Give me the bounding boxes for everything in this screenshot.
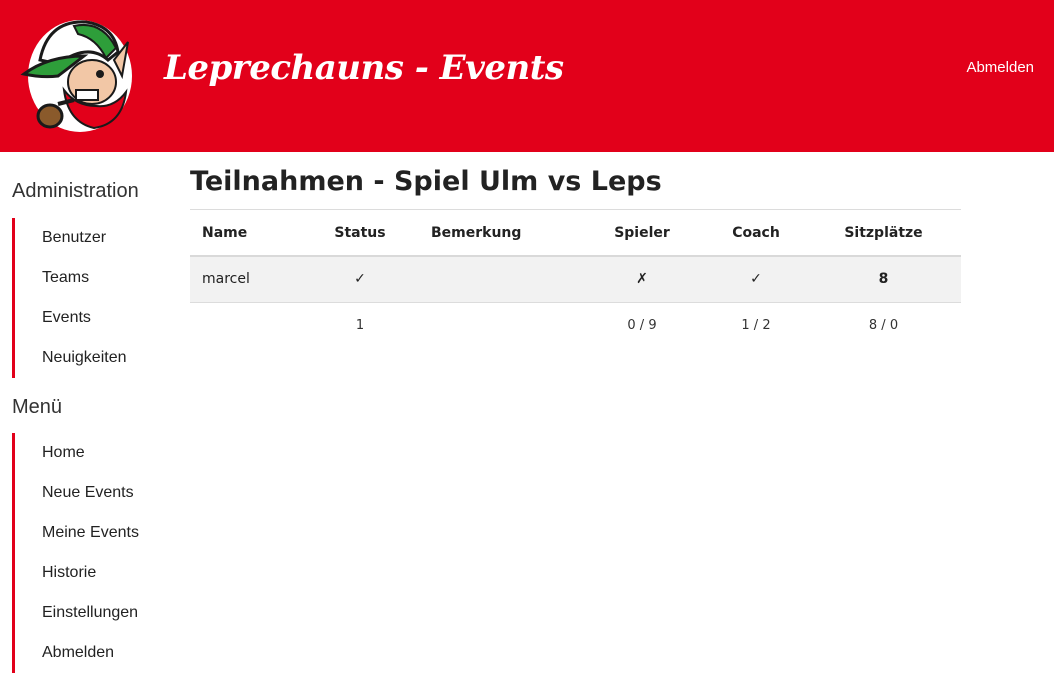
admin-nav: Benutzer Teams Events Neuigkeiten: [12, 218, 172, 378]
column-header-name: Name: [190, 210, 314, 257]
coach-check-icon: ✓: [706, 256, 806, 303]
summary-bemerkung: [406, 302, 578, 348]
page-title: Teilnahmen - Spiel Ulm vs Leps: [190, 166, 662, 197]
sidebar: Administration Benutzer Teams Events Neu…: [0, 152, 180, 697]
sidebar-section-administration: Administration: [12, 180, 139, 202]
cell-name: marcel: [190, 256, 314, 303]
column-header-bemerkung: Bemerkung: [406, 210, 578, 257]
column-header-coach: Coach: [706, 210, 806, 257]
participation-table: Name Status Bemerkung Spieler Coach Sitz…: [190, 210, 961, 348]
summary-name: [190, 302, 314, 348]
brand-title[interactable]: Leprechauns - Events: [164, 48, 564, 88]
menu-nav: Home Neue Events Meine Events Historie E…: [12, 433, 172, 673]
status-check-icon: ✓: [314, 256, 406, 303]
summary-row: 1 0 / 9 1 / 2 8 / 0: [190, 302, 961, 348]
spieler-cross-icon: ✗: [578, 256, 706, 303]
table-row[interactable]: marcel ✓ ✗ ✓ 8: [190, 256, 961, 303]
sidebar-item-events[interactable]: Events: [15, 298, 172, 338]
sidebar-item-teams[interactable]: Teams: [15, 258, 172, 298]
cell-sitzplaetze: 8: [806, 256, 961, 303]
header-logout-link[interactable]: Abmelden: [966, 59, 1034, 76]
leprechaun-logo-icon[interactable]: [18, 12, 136, 138]
sidebar-item-meine-events[interactable]: Meine Events: [15, 513, 172, 553]
sidebar-item-neue-events[interactable]: Neue Events: [15, 473, 172, 513]
summary-status: 1: [355, 317, 365, 333]
sidebar-item-abmelden[interactable]: Abmelden: [15, 633, 172, 673]
summary-coach: 1 / 2: [741, 317, 771, 333]
cell-bemerkung: [406, 256, 578, 303]
sidebar-item-einstellungen[interactable]: Einstellungen: [15, 593, 172, 633]
sidebar-item-benutzer[interactable]: Benutzer: [15, 218, 172, 258]
table-header-row: Name Status Bemerkung Spieler Coach Sitz…: [190, 210, 961, 257]
sidebar-item-neuigkeiten[interactable]: Neuigkeiten: [15, 338, 172, 378]
sidebar-section-menu: Menü: [12, 396, 63, 418]
summary-sitzplaetze: 8 / 0: [868, 317, 899, 333]
sidebar-item-historie[interactable]: Historie: [15, 553, 172, 593]
sidebar-item-home[interactable]: Home: [15, 433, 172, 473]
column-header-sitzplaetze: Sitzplätze: [806, 210, 961, 257]
summary-spieler: 0 / 9: [627, 317, 657, 333]
column-header-status: Status: [314, 210, 406, 257]
app-header: Leprechauns - Events Abmelden: [0, 0, 1054, 152]
column-header-spieler: Spieler: [578, 210, 706, 257]
